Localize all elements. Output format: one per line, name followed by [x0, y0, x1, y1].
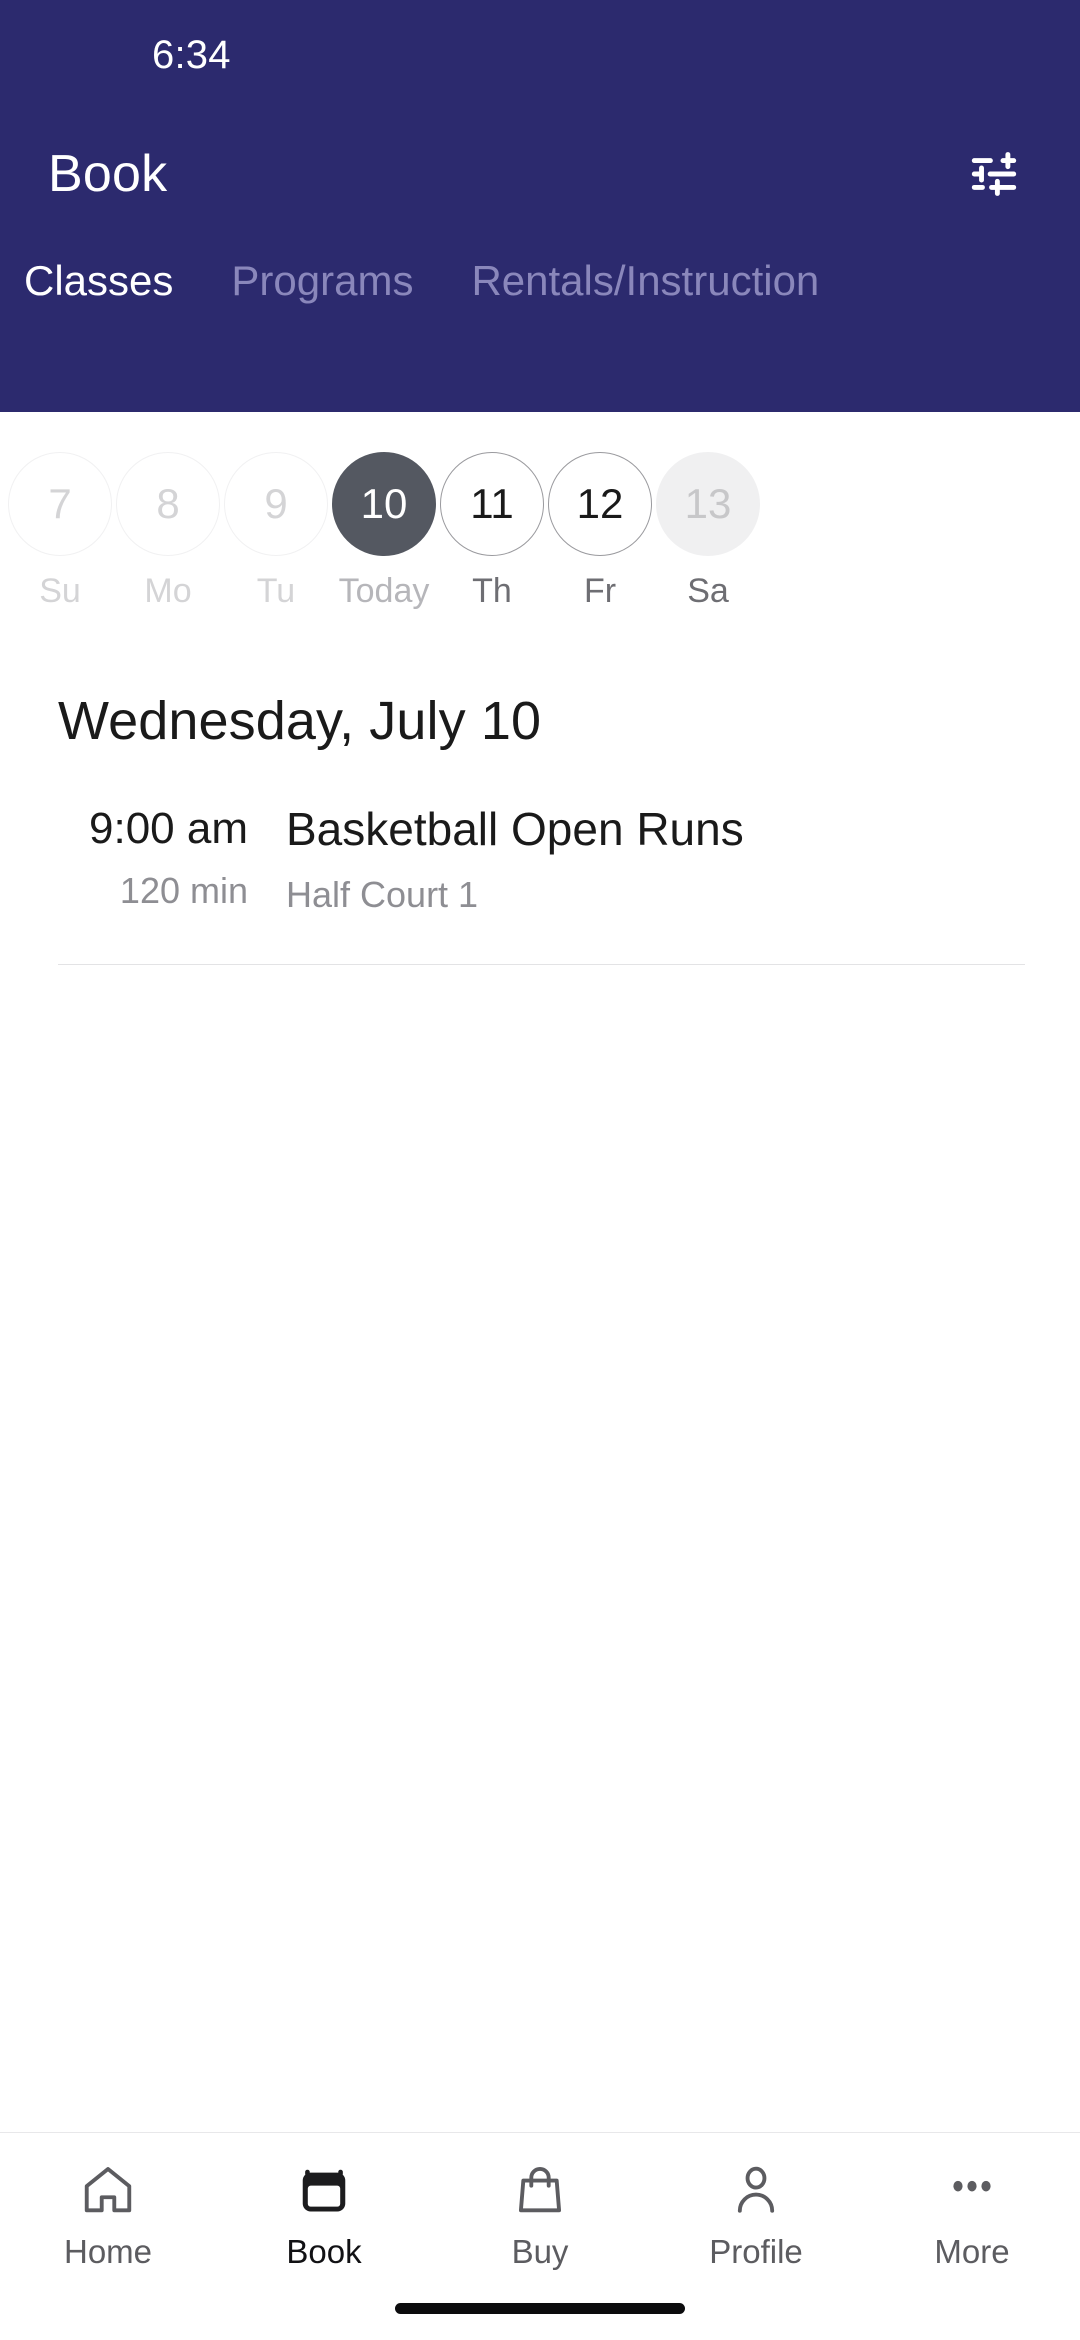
date-cell-10-today[interactable]: 10 Today — [332, 452, 436, 608]
filter-button[interactable] — [958, 138, 1030, 210]
date-weekday-label: Fr — [583, 572, 617, 610]
status-bar-clock: 6:34 — [152, 33, 231, 77]
app-bar: Book — [0, 110, 1080, 238]
class-duration: 120 min — [119, 870, 248, 912]
date-weekday-label: Today — [338, 572, 430, 610]
nav-item-home-label: Home — [63, 2233, 153, 2270]
date-number: 12 — [548, 452, 652, 556]
date-number: 13 — [656, 452, 760, 556]
nav-item-buy[interactable]: Buy — [432, 2159, 648, 2268]
class-list: 9:00 am 120 min Basketball Open Runs Hal… — [0, 748, 1080, 966]
schedule-content: Wednesday, July 10 9:00 am 120 min Baske… — [0, 642, 1080, 2340]
tab-programs[interactable]: Programs — [203, 260, 443, 302]
nav-item-profile-label: Profile — [709, 2233, 803, 2270]
nav-item-more[interactable]: More — [864, 2159, 1080, 2268]
nav-item-home[interactable]: Home — [0, 2159, 216, 2268]
class-title: Basketball Open Runs — [286, 803, 744, 855]
selected-date-heading: Wednesday, July 10 — [58, 691, 542, 751]
class-start-time: 9:00 am — [89, 804, 248, 853]
nav-item-book[interactable]: Book — [216, 2159, 432, 2268]
date-number: 7 — [8, 452, 112, 556]
date-cell-7[interactable]: 7 Su — [8, 452, 112, 608]
date-cell-13[interactable]: 13 Sa — [656, 452, 760, 608]
class-location: Half Court 1 — [286, 873, 479, 915]
person-icon — [727, 2159, 785, 2221]
tab-rentals-instruction[interactable]: Rentals/Instruction — [443, 260, 849, 302]
app-header: 6:34 Book Classes Programs Rentals/Instr… — [0, 0, 1080, 412]
date-number: 9 — [224, 452, 328, 556]
bottom-navigation-bar: Home Book Buy Profile More — [0, 2132, 1080, 2340]
shopping-bag-icon — [511, 2159, 569, 2221]
class-info-column: Basketball Open Runs Half Court 1 — [286, 804, 1025, 914]
nav-item-profile[interactable]: Profile — [648, 2159, 864, 2268]
date-weekday-label: Tu — [256, 572, 296, 610]
tab-classes-label: Classes — [24, 257, 174, 304]
date-cell-9[interactable]: 9 Tu — [224, 452, 328, 608]
date-weekday-label: Th — [472, 572, 512, 610]
calendar-icon — [295, 2159, 353, 2221]
date-cell-8[interactable]: 8 Mo — [116, 452, 220, 608]
tab-rentals-instruction-label: Rentals/Instruction — [471, 257, 820, 304]
class-list-item[interactable]: 9:00 am 120 min Basketball Open Runs Hal… — [0, 804, 1080, 914]
date-cell-12[interactable]: 12 Fr — [548, 452, 652, 608]
home-icon — [79, 2159, 137, 2221]
nav-item-book-label: Book — [286, 2233, 362, 2270]
nav-item-more-label: More — [934, 2233, 1010, 2270]
page-title: Book — [48, 145, 168, 203]
tab-classes[interactable]: Classes — [0, 260, 203, 302]
date-number: 10 — [332, 452, 436, 556]
tune-sliders-icon — [966, 146, 1022, 202]
class-time-column: 9:00 am 120 min — [0, 804, 286, 910]
tab-programs-label: Programs — [231, 257, 414, 304]
app-screen: 6:34 Book Classes Programs Rentals/Instr… — [0, 0, 1080, 2340]
date-selector-strip[interactable]: 7 Su 8 Mo 9 Tu 10 Today 11 Th 12 Fr 13 S… — [0, 412, 1080, 642]
ellipsis-icon — [943, 2159, 1001, 2221]
date-weekday-label: Mo — [144, 572, 192, 610]
home-indicator — [395, 2303, 685, 2314]
nav-item-buy-label: Buy — [511, 2233, 569, 2270]
list-divider — [58, 964, 1025, 966]
date-weekday-label: Su — [39, 572, 81, 610]
date-number: 11 — [440, 452, 544, 556]
date-weekday-label: Sa — [687, 572, 729, 610]
status-bar: 6:34 — [0, 0, 1080, 110]
date-cell-11[interactable]: 11 Th — [440, 452, 544, 608]
date-number: 8 — [116, 452, 220, 556]
section-tabs: Classes Programs Rentals/Instruction — [0, 238, 1080, 302]
